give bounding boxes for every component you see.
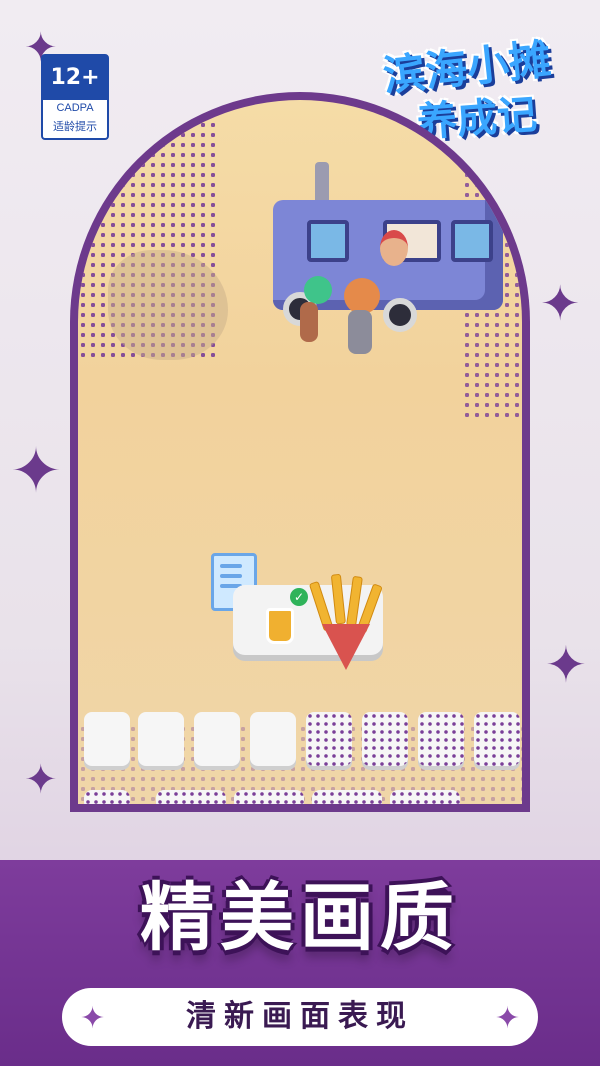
headline-text: 精美画质: [140, 875, 460, 961]
sparkle-icon: ✦: [24, 757, 58, 803]
serving-tile[interactable]: [84, 790, 130, 804]
sparkle-icon: ✦: [540, 276, 581, 332]
fries-icon: [308, 573, 383, 670]
truck-window: [451, 220, 493, 262]
serving-tile[interactable]: [194, 712, 240, 766]
juice-icon: [266, 608, 294, 644]
age-rating-number: 12+: [43, 56, 107, 100]
subheadline-pill: ✦ 清新画面表现 ✦: [62, 988, 538, 1046]
serving-tile[interactable]: [312, 790, 382, 804]
serving-tile[interactable]: [306, 712, 352, 766]
serving-tile[interactable]: [250, 712, 296, 766]
vendor-character: [380, 230, 408, 266]
game-scene: ✓: [78, 100, 522, 804]
serving-tile[interactable]: [84, 712, 130, 766]
check-icon: ✓: [290, 588, 308, 606]
serving-tile[interactable]: [390, 790, 460, 804]
customer-character: [304, 276, 332, 304]
truck-wheel: [383, 298, 417, 332]
serving-tile[interactable]: [474, 712, 520, 766]
sparkle-icon: ✦: [10, 434, 62, 507]
sparkle-icon: ✦: [545, 636, 587, 694]
truck-window: [307, 220, 349, 262]
scene-frame: ✓: [70, 92, 530, 812]
customer-character: [344, 278, 380, 314]
serving-tile[interactable]: [234, 790, 304, 804]
serving-tile[interactable]: [156, 790, 226, 804]
serving-tile[interactable]: [418, 712, 464, 766]
customer-body: [348, 310, 372, 354]
sparkle-icon: ✦: [494, 1001, 520, 1036]
serving-tile[interactable]: [138, 712, 184, 766]
customer-body: [300, 302, 318, 342]
serving-tile[interactable]: [362, 712, 408, 766]
subheadline-text: 清新画面表现: [186, 999, 414, 1034]
